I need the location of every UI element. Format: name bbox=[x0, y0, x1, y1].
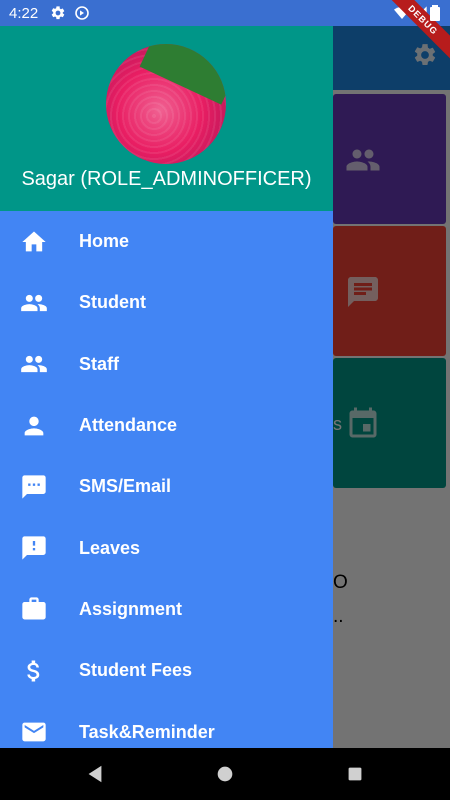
person-icon bbox=[20, 412, 48, 440]
back-icon[interactable] bbox=[84, 763, 106, 785]
menu-item-attendance[interactable]: Attendance bbox=[0, 395, 333, 456]
menu-label: Attendance bbox=[79, 415, 178, 436]
dollar-icon bbox=[20, 657, 48, 685]
gear-icon bbox=[50, 5, 66, 21]
briefcase-icon bbox=[20, 595, 48, 623]
navigation-drawer: Sagar (ROLE_ADMINOFFICER) Home Student S… bbox=[0, 26, 333, 748]
menu-item-student[interactable]: Student bbox=[0, 272, 333, 333]
debug-banner: DEBUG bbox=[390, 0, 450, 60]
menu-item-task-reminder[interactable]: Task&Reminder bbox=[0, 701, 333, 748]
home-icon bbox=[20, 228, 48, 256]
status-time: 4:22 bbox=[9, 5, 39, 22]
recents-icon[interactable] bbox=[344, 763, 366, 785]
menu-label: Student Fees bbox=[79, 660, 193, 681]
battery-icon bbox=[430, 5, 440, 21]
menu-item-assignment[interactable]: Assignment bbox=[0, 579, 333, 640]
home-button-icon[interactable] bbox=[214, 763, 236, 785]
user-name: Sagar (ROLE_ADMINOFFICER) bbox=[21, 168, 312, 190]
message-icon bbox=[20, 473, 48, 501]
drawer-header: Sagar (ROLE_ADMINOFFICER) bbox=[0, 26, 333, 211]
people-icon bbox=[20, 350, 48, 378]
system-navigation-bar bbox=[0, 748, 450, 800]
menu-label: Staff bbox=[79, 353, 119, 374]
menu-label: Student bbox=[79, 292, 146, 313]
menu-label: Leaves bbox=[79, 537, 141, 558]
menu-label: Assignment bbox=[79, 598, 183, 619]
avatar[interactable] bbox=[106, 44, 226, 164]
menu-item-sms-email[interactable]: SMS/Email bbox=[0, 456, 333, 517]
menu-item-home[interactable]: Home bbox=[0, 211, 333, 272]
menu-item-leaves[interactable]: Leaves bbox=[0, 517, 333, 578]
menu-item-staff[interactable]: Staff bbox=[0, 334, 333, 395]
status-bar: 4:22 DEBUG bbox=[0, 0, 450, 60]
menu-label: Task&Reminder bbox=[79, 721, 215, 742]
feedback-icon bbox=[20, 534, 48, 562]
sync-icon bbox=[74, 5, 90, 21]
people-icon bbox=[20, 289, 48, 317]
menu-item-student-fees[interactable]: Student Fees bbox=[0, 640, 333, 701]
menu-label: Home bbox=[79, 231, 130, 252]
drawer-menu: Home Student Staff Attendance SMS/Email bbox=[0, 211, 333, 748]
mail-icon bbox=[20, 718, 48, 746]
menu-label: SMS/Email bbox=[79, 476, 172, 497]
